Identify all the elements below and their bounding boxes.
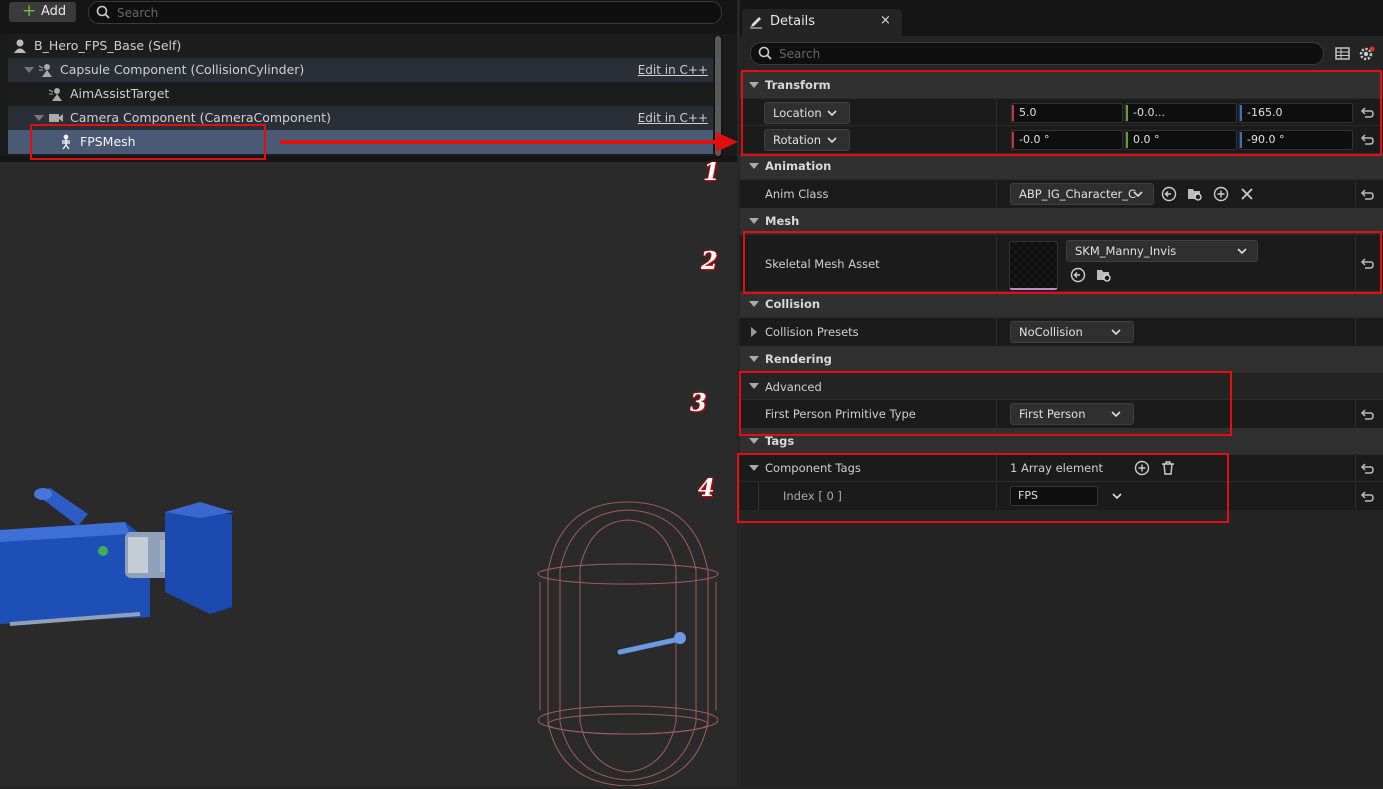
gear-icon[interactable] [1358,45,1376,63]
anim-class-dropdown[interactable]: ABP_IG_Character_C [1010,183,1154,205]
highlight-fpsmesh [30,124,266,160]
reset-icon[interactable] [1360,408,1374,422]
tree-item-label: AimAssistTarget [70,86,170,101]
category-rendering[interactable]: Rendering [740,345,1383,372]
folder-search-icon[interactable] [1187,186,1203,202]
close-icon[interactable]: × [880,13,891,28]
details-search-input[interactable] [777,44,1311,63]
camera-model [0,488,234,626]
reset-icon[interactable] [1360,188,1374,202]
chevron-down-icon [749,218,759,224]
chevron-down-icon [1133,191,1143,198]
column-divider [1355,455,1356,482]
details-search[interactable] [750,42,1324,65]
annotation-number-1: 1 [703,157,720,186]
chevron-down-icon [749,163,759,169]
components-toolbar: + Add [0,0,737,34]
column-divider [1355,400,1356,428]
table-icon[interactable] [1335,46,1350,61]
tree-item-capsule[interactable]: Capsule Component (CollisionCylinder) Ed… [8,58,713,82]
component-icon [38,64,52,77]
tab-details-label: Details [770,14,816,29]
annotation-number-2: 2 [701,246,718,275]
collision-presets-label: Collision Presets [765,325,859,339]
chevron-down-icon[interactable] [24,67,34,73]
chevron-down-icon [1111,329,1121,336]
category-collision[interactable]: Collision [740,290,1383,317]
tree-item-label: B_Hero_FPS_Base (Self) [34,38,182,53]
components-search[interactable] [88,1,722,24]
search-icon [96,5,110,19]
chevron-down-icon[interactable] [34,115,44,121]
column-divider [996,318,997,346]
column-divider [1355,482,1356,510]
column-divider [1355,318,1356,346]
highlight-tags [737,453,1229,523]
highlight-advanced [739,371,1232,436]
property-collision-presets: Collision Presets NoCollision [740,317,1383,346]
collision-presets-dropdown[interactable]: NoCollision [1010,321,1134,343]
tree-item-label: Capsule Component (CollisionCylinder) [60,62,305,77]
tree-item-aimassist[interactable]: AimAssistTarget [8,82,713,106]
category-label: Rendering [765,352,832,366]
annotation-number-3: 3 [690,388,707,417]
category-label: Animation [765,159,832,173]
capsule-wireframe [537,501,719,787]
edit-in-cpp-link[interactable]: Edit in C++ [638,106,708,130]
column-divider [1355,180,1356,208]
viewport[interactable] [0,162,737,787]
components-search-input[interactable] [115,3,709,22]
clear-icon[interactable] [1239,186,1255,202]
highlight-mesh [743,231,1382,294]
chevron-right-icon[interactable] [751,327,757,337]
collision-presets-value: NoCollision [1019,325,1083,339]
tab-details[interactable]: Details × [742,9,902,36]
add-button-label: Add [41,4,67,19]
highlight-transform [741,70,1382,156]
chevron-down-icon [749,301,759,307]
annotation-number-4: 4 [698,473,715,502]
annotation-arrow [280,132,738,152]
chevron-down-icon [749,356,759,362]
pawn-icon [14,39,26,53]
search-icon [758,46,772,60]
chevron-down-icon [749,438,759,444]
viewport-scene [0,488,719,787]
property-anim-class: Anim Class ABP_IG_Character_C [740,179,1383,208]
reset-icon[interactable] [1360,490,1374,504]
anim-class-value: ABP_IG_Character_C [1019,187,1137,201]
reset-icon[interactable] [1360,462,1374,476]
edit-in-cpp-link[interactable]: Edit in C++ [638,58,708,82]
anim-class-label: Anim Class [765,187,829,201]
tree-item-root[interactable]: B_Hero_FPS_Base (Self) [8,34,713,58]
plus-icon: + [22,1,37,21]
category-label: Collision [765,297,821,311]
add-circle-icon[interactable] [1213,186,1229,202]
category-animation[interactable]: Animation [740,152,1383,179]
pencil-icon [750,17,762,29]
browse-icon[interactable] [1161,186,1177,202]
add-component-button[interactable]: + Add [9,1,76,22]
column-divider [996,180,997,208]
component-icon [48,88,62,101]
category-mesh[interactable]: Mesh [740,207,1383,234]
